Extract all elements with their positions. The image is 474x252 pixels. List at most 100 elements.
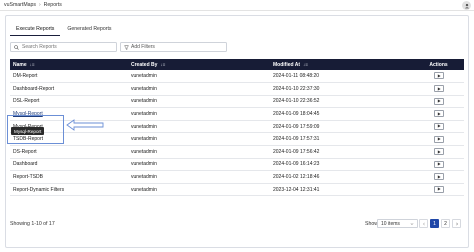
play-icon xyxy=(437,162,441,166)
table-header-row: Name ↓≡ Created By ↓≡ Modified At ↓≡ Action… xyxy=(10,59,464,70)
run-report-button[interactable] xyxy=(433,148,444,156)
annotation-arrow-icon xyxy=(66,119,104,131)
page-size-value: 10 items xyxy=(381,220,400,227)
actions-cell xyxy=(413,158,464,172)
actions-cell xyxy=(413,132,464,147)
modified-at: 2024-01-10 22:36:52 xyxy=(270,95,413,109)
created-by: vunetadmin xyxy=(128,183,270,197)
modified-at: 2024-01-11 08:48:20 xyxy=(270,70,413,84)
run-report-button[interactable] xyxy=(433,110,444,118)
chevron-left-icon xyxy=(422,222,425,225)
run-report-button[interactable] xyxy=(433,185,444,193)
modified-at: 2024-01-09 17:57:31 xyxy=(270,132,413,147)
report-name[interactable]: DS-Report xyxy=(10,145,128,159)
play-icon xyxy=(437,112,441,116)
tab-generated-reports[interactable]: Generated Reports xyxy=(61,24,117,36)
column-header-created-by[interactable]: Created By ↓≡ xyxy=(128,59,270,70)
pagination: 1 2 xyxy=(419,219,461,228)
actions-cell xyxy=(413,70,464,84)
modified-at: 2024-01-09 16:14:23 xyxy=(270,158,413,172)
page-size-select[interactable]: 10 items xyxy=(377,219,418,228)
run-report-button[interactable] xyxy=(433,173,444,181)
created-by: vunetadmin xyxy=(128,70,270,84)
report-name[interactable]: DM-Report xyxy=(10,70,128,84)
modified-at: 2024-01-09 17:59:09 xyxy=(270,120,413,134)
search-icon xyxy=(14,44,19,50)
modified-at: 2024-01-09 18:04:45 xyxy=(270,107,413,121)
actions-cell xyxy=(413,82,464,96)
play-icon xyxy=(437,150,441,154)
sort-icon[interactable]: ↓≡ xyxy=(303,62,308,67)
report-name[interactable]: Dashboard-Report xyxy=(10,82,128,96)
modified-at: 2024-01-09 17:56:42 xyxy=(270,145,413,159)
run-report-button[interactable] xyxy=(433,97,444,105)
page-button-1[interactable]: 1 xyxy=(430,219,439,228)
play-icon xyxy=(437,99,441,103)
table-row: Report-TSDB vunetadmin 2024-01-02 12:18:… xyxy=(10,170,464,184)
user-icon xyxy=(464,3,469,8)
play-icon xyxy=(437,175,441,179)
play-icon xyxy=(437,74,441,78)
chevron-down-icon xyxy=(410,222,414,225)
breadcrumb-page: Reports xyxy=(43,2,62,8)
modified-at: 2024-01-10 22:37:30 xyxy=(270,82,413,96)
add-filters-button[interactable]: Add Filters xyxy=(120,42,227,52)
table-row: DS-Report vunetadmin 2024-01-09 17:56:42 xyxy=(10,145,464,159)
created-by: vunetadmin xyxy=(128,120,270,134)
table-row: Dashboard vunetadmin 2024-01-09 16:14:23 xyxy=(10,158,464,172)
report-name[interactable]: DSL-Report xyxy=(10,95,128,109)
created-by: vunetadmin xyxy=(128,132,270,147)
search-box xyxy=(10,42,117,52)
report-name[interactable]: Dashboard xyxy=(10,158,128,172)
created-by: vunetadmin xyxy=(128,170,270,184)
report-name[interactable]: Report-TSDB xyxy=(10,170,128,184)
modified-at: 2024-01-02 12:18:46 xyxy=(270,170,413,184)
tab-execute-reports[interactable]: Execute Reports xyxy=(10,24,61,36)
run-report-button[interactable] xyxy=(433,122,444,130)
table-row: Report-Dynamic Filters vunetadmin 2023-1… xyxy=(10,183,464,197)
actions-cell xyxy=(413,95,464,109)
play-icon xyxy=(437,124,441,129)
actions-cell xyxy=(413,120,464,134)
filter-icon xyxy=(124,45,129,50)
created-by: vunetadmin xyxy=(128,82,270,96)
created-by: vunetadmin xyxy=(128,145,270,159)
table-row: TSDB-Report vunetadmin 2024-01-09 17:57:… xyxy=(10,132,464,147)
run-report-button[interactable] xyxy=(433,160,444,168)
created-by: vunetadmin xyxy=(128,95,270,109)
sort-icon[interactable]: ↓≡ xyxy=(30,62,35,67)
table-row: DM-Report vunetadmin 2024-01-11 08:48:20 xyxy=(10,70,464,84)
play-icon xyxy=(437,137,441,141)
actions-cell xyxy=(413,183,464,197)
add-filters-label: Add Filters xyxy=(131,44,155,50)
modified-at: 2023-12-04 12:31:41 xyxy=(270,183,413,197)
run-report-button[interactable] xyxy=(433,85,444,93)
actions-cell xyxy=(413,107,464,121)
created-by: vunetadmin xyxy=(128,107,270,121)
run-report-button[interactable] xyxy=(433,72,444,80)
breadcrumb-app[interactable]: vuSmartMaps xyxy=(4,2,36,8)
report-name-tooltip: Mysql-Report xyxy=(11,127,45,135)
actions-cell xyxy=(413,170,464,184)
previous-page-button[interactable] xyxy=(419,219,428,228)
created-by: vunetadmin xyxy=(128,158,270,172)
column-header-modified-at[interactable]: Modified At ↓≡ xyxy=(270,59,413,70)
column-header-actions: Actions xyxy=(429,61,448,68)
report-name[interactable]: Report-Dynamic Filters xyxy=(10,183,128,197)
column-header-name[interactable]: Name ↓≡ xyxy=(10,59,128,70)
run-report-button[interactable] xyxy=(433,135,444,143)
top-bar: vuSmartMaps › Reports xyxy=(0,0,474,11)
pagination-summary: Showing 1-10 of 17 xyxy=(10,221,55,227)
table-row: Dashboard-Report vunetadmin 2024-01-10 2… xyxy=(10,82,464,96)
avatar[interactable] xyxy=(462,1,471,10)
sort-icon[interactable]: ↓≡ xyxy=(160,62,165,67)
search-input[interactable] xyxy=(22,44,112,50)
page-button-2[interactable]: 2 xyxy=(441,219,450,228)
next-page-button[interactable] xyxy=(452,219,461,228)
table-footer: Showing 1-10 of 17 Show 10 items 1 2 xyxy=(10,219,464,230)
table-row: DSL-Report vunetadmin 2024-01-10 22:36:5… xyxy=(10,95,464,109)
report-tabs: Execute Reports Generated Reports xyxy=(10,24,117,36)
play-icon xyxy=(437,187,441,191)
actions-cell xyxy=(413,145,464,159)
breadcrumb-separator: › xyxy=(39,2,41,8)
